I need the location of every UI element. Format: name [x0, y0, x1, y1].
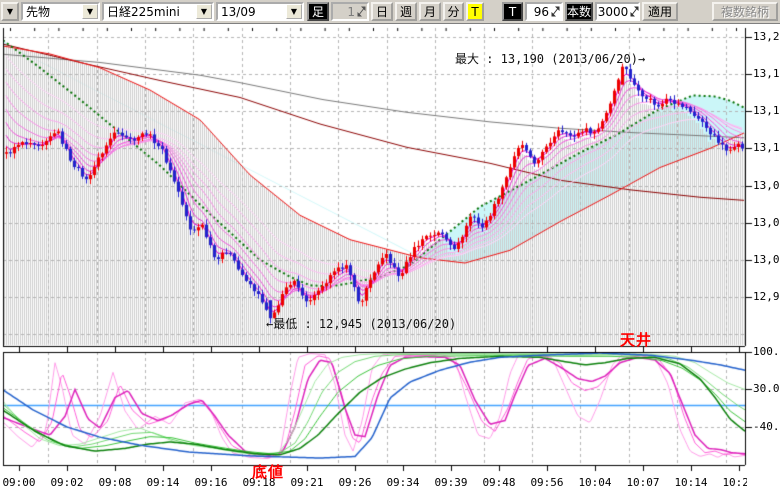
apply-button[interactable]: 適用	[642, 2, 678, 21]
price-tick-label: 13,110	[753, 141, 780, 154]
time-tick-label: 09:48	[479, 476, 519, 489]
price-tick-label: 13,145	[753, 104, 780, 117]
price-tick-label: 13,215	[753, 30, 780, 43]
ceiling-annotation: 天井	[620, 329, 652, 350]
contract-month-value: 13/09	[218, 4, 286, 19]
price-tick-label: 13,040	[753, 216, 780, 229]
chevron-down-icon[interactable]: ▼	[82, 4, 98, 19]
tick-count-stepper[interactable]: 96	[525, 2, 563, 21]
price-tick-label: 12,970	[753, 290, 780, 303]
bottom-annotation: 底値	[252, 461, 284, 482]
spin-icon[interactable]	[551, 6, 560, 17]
interval-value: 1	[336, 5, 357, 19]
contract-month-combo[interactable]: 13/09 ▼	[216, 2, 304, 21]
price-tick-label: 13,180	[753, 67, 780, 80]
multi-symbol-button[interactable]: 複数銘柄	[712, 2, 778, 21]
timeframe-tick-button[interactable]: T	[466, 2, 484, 21]
toolbar: ▼ 先物 ▼ 日経225mini ▼ 13/09 ▼ 足 1 日 週 月 分 T…	[0, 0, 780, 24]
chevron-down-icon[interactable]: ▼	[196, 4, 212, 19]
time-tick-label: 10:07	[623, 476, 663, 489]
symbol-combo[interactable]: 日経225mini ▼	[102, 2, 214, 21]
time-tick-label: 09:34	[383, 476, 423, 489]
timeframe-label-badge: 足	[307, 2, 329, 21]
spin-icon[interactable]	[630, 6, 639, 17]
time-tick-label: 09:21	[287, 476, 327, 489]
time-tick-label: 09:39	[431, 476, 471, 489]
chevron-down-icon: ▼	[7, 7, 13, 16]
time-tick-label: 10:14	[671, 476, 711, 489]
bars-count-value: 3000	[598, 5, 631, 19]
instrument-type-combo[interactable]: 先物 ▼	[21, 2, 100, 21]
time-tick-label: 09:00	[0, 476, 39, 489]
interval-stepper[interactable]: 1	[331, 2, 369, 21]
trading-chart-app: ▼ 先物 ▼ 日経225mini ▼ 13/09 ▼ 足 1 日 週 月 分 T…	[0, 0, 780, 500]
oscillator-tick-label: -40.00	[753, 420, 780, 433]
time-tick-label: 09:16	[191, 476, 231, 489]
oscillator-tick-label: 30.00	[753, 382, 780, 395]
price-tick-label: 13,075	[753, 179, 780, 192]
time-tick-label: 10:21	[719, 476, 747, 489]
spin-icon[interactable]	[357, 6, 366, 17]
blank-dropdown-button[interactable]: ▼	[1, 2, 19, 21]
symbol-value: 日経225mini	[104, 4, 196, 19]
bars-count-stepper[interactable]: 3000	[595, 2, 640, 21]
time-tick-label: 09:26	[335, 476, 375, 489]
min-price-annotation: ←最低 : 12,945 (2013/06/20)	[266, 315, 456, 332]
time-tick-label: 09:56	[527, 476, 567, 489]
tick-label-badge: T	[502, 2, 523, 21]
timeframe-month-button[interactable]: 月	[419, 2, 441, 21]
time-tick-label: 09:08	[95, 476, 135, 489]
price-tick-label: 13,005	[753, 253, 780, 266]
timeframe-week-button[interactable]: 週	[395, 2, 417, 21]
chevron-down-icon[interactable]: ▼	[286, 4, 302, 19]
oscillator-tick-label: 100.00	[753, 345, 780, 358]
instrument-type-value: 先物	[23, 4, 82, 19]
timeframe-day-button[interactable]: 日	[371, 2, 393, 21]
time-tick-label: 10:04	[575, 476, 615, 489]
time-tick-label: 09:02	[47, 476, 87, 489]
chart-canvas[interactable]	[0, 0, 780, 500]
timeframe-minute-button[interactable]: 分	[443, 2, 464, 21]
time-axis-labels: 09:0009:0209:0809:1409:1609:1809:2109:26…	[0, 472, 747, 492]
bars-label-badge: 本数	[565, 2, 593, 21]
tick-count-value: 96	[530, 5, 551, 19]
max-price-annotation: 最大 : 13,190 (2013/06/20)→	[455, 50, 645, 67]
time-tick-label: 09:14	[143, 476, 183, 489]
